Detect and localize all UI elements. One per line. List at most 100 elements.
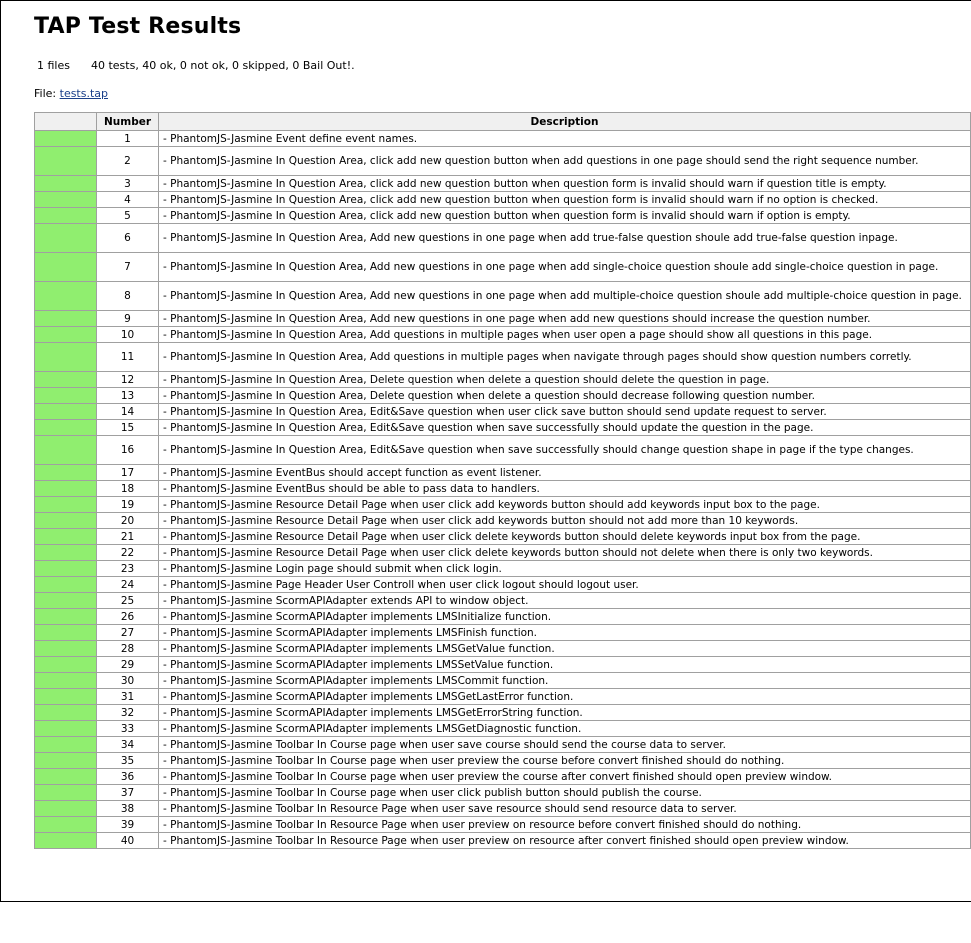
status-cell bbox=[34, 816, 97, 833]
table-row: 16- PhantomJS-Jasmine In Question Area, … bbox=[34, 435, 971, 465]
status-cell bbox=[34, 464, 97, 481]
status-cell bbox=[34, 608, 97, 625]
table-row: 26- PhantomJS-Jasmine ScormAPIAdapter im… bbox=[34, 608, 971, 625]
table-row: 39- PhantomJS-Jasmine Toolbar In Resourc… bbox=[34, 816, 971, 833]
file-link[interactable]: tests.tap bbox=[60, 87, 108, 100]
status-cell bbox=[34, 223, 97, 253]
test-description: - PhantomJS-Jasmine Toolbar In Resource … bbox=[158, 816, 971, 833]
test-number: 5 bbox=[96, 207, 159, 224]
frame-border-top bbox=[0, 0, 971, 1]
test-description: - PhantomJS-Jasmine In Question Area, Ad… bbox=[158, 252, 971, 282]
test-description: - PhantomJS-Jasmine Toolbar In Course pa… bbox=[158, 736, 971, 753]
status-cell bbox=[34, 576, 97, 593]
test-number: 21 bbox=[96, 528, 159, 545]
status-cell bbox=[34, 560, 97, 577]
status-cell bbox=[34, 207, 97, 224]
test-number: 38 bbox=[96, 800, 159, 817]
status-cell bbox=[34, 640, 97, 657]
test-number: 18 bbox=[96, 480, 159, 497]
test-number: 37 bbox=[96, 784, 159, 801]
status-cell bbox=[34, 832, 97, 849]
test-description: - PhantomJS-Jasmine ScormAPIAdapter impl… bbox=[158, 656, 971, 673]
table-row: 12- PhantomJS-Jasmine In Question Area, … bbox=[34, 371, 971, 388]
test-number: 15 bbox=[96, 419, 159, 436]
test-number: 19 bbox=[96, 496, 159, 513]
table-row: 10- PhantomJS-Jasmine In Question Area, … bbox=[34, 326, 971, 343]
test-description: - PhantomJS-Jasmine Event define event n… bbox=[158, 130, 971, 147]
test-description: - PhantomJS-Jasmine Resource Detail Page… bbox=[158, 544, 971, 561]
status-cell bbox=[34, 480, 97, 497]
status-cell bbox=[34, 736, 97, 753]
page-title: TAP Test Results bbox=[34, 14, 242, 39]
test-number: 32 bbox=[96, 704, 159, 721]
test-description: - PhantomJS-Jasmine Toolbar In Course pa… bbox=[158, 752, 971, 769]
table-row: 8- PhantomJS-Jasmine In Question Area, A… bbox=[34, 281, 971, 311]
table-row: 32- PhantomJS-Jasmine ScormAPIAdapter im… bbox=[34, 704, 971, 721]
test-number: 33 bbox=[96, 720, 159, 737]
test-description: - PhantomJS-Jasmine ScormAPIAdapter impl… bbox=[158, 704, 971, 721]
test-number: 27 bbox=[96, 624, 159, 641]
status-cell bbox=[34, 544, 97, 561]
status-cell bbox=[34, 342, 97, 372]
table-row: 19- PhantomJS-Jasmine Resource Detail Pa… bbox=[34, 496, 971, 513]
test-number: 22 bbox=[96, 544, 159, 561]
status-cell bbox=[34, 371, 97, 388]
test-number: 11 bbox=[96, 342, 159, 372]
test-number: 29 bbox=[96, 656, 159, 673]
test-description: - PhantomJS-Jasmine In Question Area, De… bbox=[158, 387, 971, 404]
test-description: - PhantomJS-Jasmine Toolbar In Resource … bbox=[158, 832, 971, 849]
table-row: 27- PhantomJS-Jasmine ScormAPIAdapter im… bbox=[34, 624, 971, 641]
table-header-row: Number Description bbox=[34, 112, 971, 131]
status-cell bbox=[34, 175, 97, 192]
table-row: 9- PhantomJS-Jasmine In Question Area, A… bbox=[34, 310, 971, 327]
summary-line: 1 files 40 tests, 40 ok, 0 not ok, 0 ski… bbox=[37, 59, 355, 72]
test-number: 10 bbox=[96, 326, 159, 343]
table-row: 13- PhantomJS-Jasmine In Question Area, … bbox=[34, 387, 971, 404]
table-row: 14- PhantomJS-Jasmine In Question Area, … bbox=[34, 403, 971, 420]
status-cell bbox=[34, 720, 97, 737]
test-description: - PhantomJS-Jasmine Resource Detail Page… bbox=[158, 528, 971, 545]
test-description: - PhantomJS-Jasmine In Question Area, Ad… bbox=[158, 342, 971, 372]
status-cell bbox=[34, 688, 97, 705]
table-row: 37- PhantomJS-Jasmine Toolbar In Course … bbox=[34, 784, 971, 801]
table-row: 5- PhantomJS-Jasmine In Question Area, c… bbox=[34, 207, 971, 224]
table-row: 24- PhantomJS-Jasmine Page Header User C… bbox=[34, 576, 971, 593]
table-row: 31- PhantomJS-Jasmine ScormAPIAdapter im… bbox=[34, 688, 971, 705]
test-number: 6 bbox=[96, 223, 159, 253]
file-label: File: bbox=[34, 87, 57, 100]
test-description: - PhantomJS-Jasmine In Question Area, Ad… bbox=[158, 326, 971, 343]
results-body: 1- PhantomJS-Jasmine Event define event … bbox=[34, 130, 971, 849]
table-row: 38- PhantomJS-Jasmine Toolbar In Resourc… bbox=[34, 800, 971, 817]
table-row: 40- PhantomJS-Jasmine Toolbar In Resourc… bbox=[34, 832, 971, 849]
results-table: Number Description 1- PhantomJS-Jasmine … bbox=[34, 112, 971, 849]
test-number: 28 bbox=[96, 640, 159, 657]
table-row: 2- PhantomJS-Jasmine In Question Area, c… bbox=[34, 146, 971, 176]
test-description: - PhantomJS-Jasmine EventBus should acce… bbox=[158, 464, 971, 481]
test-description: - PhantomJS-Jasmine In Question Area, Ad… bbox=[158, 310, 971, 327]
status-cell bbox=[34, 768, 97, 785]
table-row: 36- PhantomJS-Jasmine Toolbar In Course … bbox=[34, 768, 971, 785]
test-number: 17 bbox=[96, 464, 159, 481]
test-number: 9 bbox=[96, 310, 159, 327]
table-row: 25- PhantomJS-Jasmine ScormAPIAdapter ex… bbox=[34, 592, 971, 609]
table-row: 20- PhantomJS-Jasmine Resource Detail Pa… bbox=[34, 512, 971, 529]
test-number: 34 bbox=[96, 736, 159, 753]
status-cell bbox=[34, 752, 97, 769]
test-number: 7 bbox=[96, 252, 159, 282]
table-row: 15- PhantomJS-Jasmine In Question Area, … bbox=[34, 419, 971, 436]
test-description: - PhantomJS-Jasmine EventBus should be a… bbox=[158, 480, 971, 497]
status-cell bbox=[34, 403, 97, 420]
test-description: - PhantomJS-Jasmine In Question Area, cl… bbox=[158, 207, 971, 224]
table-row: 28- PhantomJS-Jasmine ScormAPIAdapter im… bbox=[34, 640, 971, 657]
test-number: 36 bbox=[96, 768, 159, 785]
test-number: 2 bbox=[96, 146, 159, 176]
table-row: 4- PhantomJS-Jasmine In Question Area, c… bbox=[34, 191, 971, 208]
header-status bbox=[34, 112, 97, 131]
status-cell bbox=[34, 672, 97, 689]
test-stats: 40 tests, 40 ok, 0 not ok, 0 skipped, 0 … bbox=[90, 59, 355, 72]
status-cell bbox=[34, 130, 97, 147]
table-row: 22- PhantomJS-Jasmine Resource Detail Pa… bbox=[34, 544, 971, 561]
test-description: - PhantomJS-Jasmine Toolbar In Resource … bbox=[158, 800, 971, 817]
test-description: - PhantomJS-Jasmine In Question Area, Ad… bbox=[158, 223, 971, 253]
status-cell bbox=[34, 281, 97, 311]
